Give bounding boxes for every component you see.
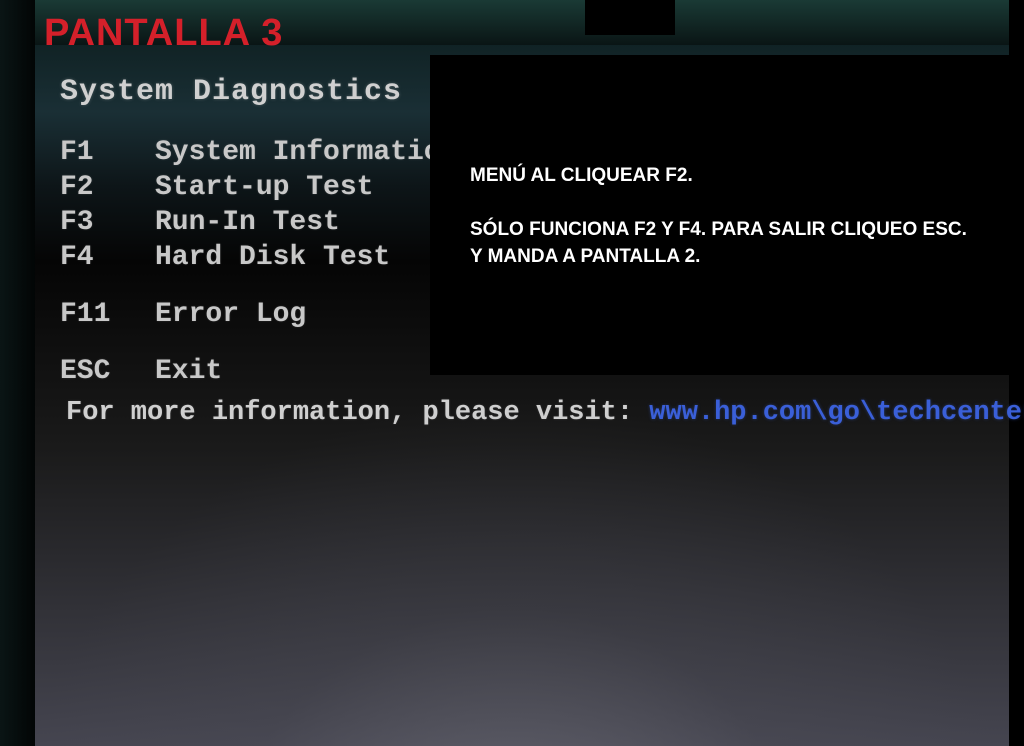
menu-label: Start-up Test [155,172,373,203]
annotation-line1: MENÚ AL CLIQUEAR F2. [470,165,970,187]
menu-label: Exit [155,356,222,387]
menu-key: F2 [60,172,155,203]
menu-key: F11 [60,299,155,330]
menu-item-f2[interactable]: F2 Start-up Test [60,172,457,203]
laptop-bezel-right [1009,0,1024,746]
menu-label: Error Log [155,299,306,330]
menu-label: Run-In Test [155,207,340,238]
laptop-webcam [585,0,675,35]
menu-item-f11[interactable]: F11 Error Log [60,299,457,330]
menu-item-esc[interactable]: ESC Exit [60,356,457,387]
info-url: www.hp.com\go\techcenter\start [649,398,1024,428]
menu-key: F3 [60,207,155,238]
info-prefix: For more information, please visit: [66,398,649,428]
info-line: For more information, please visit: www.… [66,398,1024,428]
menu-label: System Information [155,137,457,168]
menu-key: F1 [60,137,155,168]
bios-screen: System Diagnostics F1 System Information… [60,75,457,391]
menu-item-f3[interactable]: F3 Run-In Test [60,207,457,238]
menu-key: ESC [60,356,155,387]
menu-key: F4 [60,242,155,273]
annotation-title: PANTALLA 3 [44,12,283,55]
laptop-bezel-left [0,0,35,746]
menu-item-f4[interactable]: F4 Hard Disk Test [60,242,457,273]
menu-label: Hard Disk Test [155,242,390,273]
annotation-box: MENÚ AL CLIQUEAR F2. SÓLO FUNCIONA F2 Y … [430,55,1010,375]
screen-glare [0,396,1024,746]
annotation-line2: SÓLO FUNCIONA F2 Y F4. PARA SALIR CLIQUE… [470,217,970,270]
menu-item-f1[interactable]: F1 System Information [60,137,457,168]
bios-heading: System Diagnostics [60,75,457,109]
